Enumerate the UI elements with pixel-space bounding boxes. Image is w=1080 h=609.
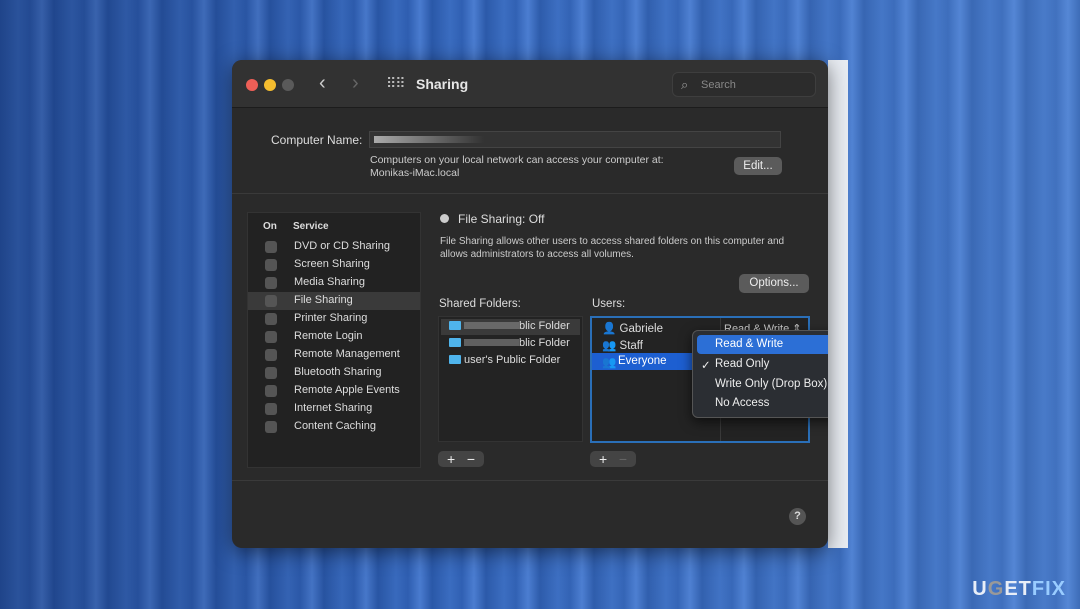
network-info: Computers on your local network can acce… xyxy=(370,154,664,166)
service-item[interactable]: File Sharing xyxy=(248,292,420,310)
service-checkbox[interactable] xyxy=(265,403,277,415)
service-checkbox[interactable] xyxy=(265,385,277,397)
user-item[interactable]: 👥 Staff xyxy=(602,338,643,352)
service-item[interactable]: Remote Management xyxy=(248,346,420,364)
folder-item[interactable]: blic Folder xyxy=(449,320,570,332)
service-checkbox[interactable] xyxy=(265,313,277,325)
folder-item[interactable]: user's Public Folder xyxy=(449,354,560,366)
forward-icon[interactable]: › xyxy=(352,72,359,95)
header-service: Service xyxy=(293,221,329,232)
service-checkbox[interactable] xyxy=(265,349,277,361)
add-folder-button[interactable]: + xyxy=(447,451,455,467)
computer-name-section: Computer Name: Computers on your local n… xyxy=(232,108,828,194)
service-item[interactable]: Remote Apple Events xyxy=(248,382,420,400)
status-indicator xyxy=(440,214,449,223)
window-title: Sharing xyxy=(416,76,469,92)
user-add-remove: + − xyxy=(590,451,636,467)
service-item[interactable]: Printer Sharing xyxy=(248,310,420,328)
grid-icon[interactable]: ⠿⠿ xyxy=(386,75,405,92)
folder-icon xyxy=(449,321,461,330)
brand-logo: UGETFIX xyxy=(972,578,1066,600)
folder-add-remove: + − xyxy=(438,451,484,467)
menu-item-no-access[interactable]: No Access xyxy=(697,394,828,413)
search-input[interactable]: ⌕ Search xyxy=(672,72,816,97)
header-on: On xyxy=(263,221,277,232)
service-checkbox[interactable] xyxy=(265,259,277,271)
divider xyxy=(232,480,828,481)
service-list: On Service DVD or CD Sharing Screen Shari… xyxy=(247,212,421,468)
service-checkbox[interactable] xyxy=(265,241,277,253)
service-checkbox[interactable] xyxy=(265,277,277,289)
remove-folder-button[interactable]: − xyxy=(467,451,475,467)
search-icon: ⌕ xyxy=(681,77,689,92)
service-label: Screen Sharing xyxy=(294,258,370,270)
service-label: File Sharing xyxy=(294,294,353,306)
service-label: Printer Sharing xyxy=(294,312,368,324)
zoom-button[interactable] xyxy=(282,79,294,91)
title-bar: ‹ › ⠿⠿ Sharing ⌕ Search xyxy=(232,60,828,108)
service-item[interactable]: Content Caching xyxy=(248,418,420,436)
edit-button[interactable]: Edit... xyxy=(734,157,782,175)
service-item[interactable]: Screen Sharing xyxy=(248,256,420,274)
service-label: Remote Management xyxy=(294,348,400,360)
folder-item[interactable]: blic Folder xyxy=(449,337,570,349)
service-label: DVD or CD Sharing xyxy=(294,240,390,252)
search-placeholder: Search xyxy=(701,79,736,91)
hostname: Monikas-iMac.local xyxy=(370,167,460,179)
group-icon: 👥 xyxy=(602,340,617,352)
computer-name-field[interactable] xyxy=(369,131,781,148)
service-checkbox[interactable] xyxy=(265,421,277,433)
service-label: Bluetooth Sharing xyxy=(294,366,382,378)
group-icon: 👥 xyxy=(602,357,617,369)
menu-item-write-only[interactable]: Write Only (Drop Box) xyxy=(697,375,828,394)
users-label: Users: xyxy=(592,298,626,310)
folder-icon xyxy=(449,338,461,347)
service-item[interactable]: Media Sharing xyxy=(248,274,420,292)
options-button[interactable]: Options... xyxy=(739,274,809,293)
shared-folders-list: blic Folder blic Folder user's Public Fo… xyxy=(438,316,583,442)
file-sharing-description: File Sharing allows other users to acces… xyxy=(440,236,785,260)
sharing-window: ‹ › ⠿⠿ Sharing ⌕ Search Computer Name: C… xyxy=(232,60,828,548)
menu-item-read-only[interactable]: ✓ Read Only xyxy=(697,355,828,374)
close-button[interactable] xyxy=(246,79,258,91)
file-sharing-status: File Sharing: Off xyxy=(458,212,545,226)
user-icon: 👤 xyxy=(602,323,617,335)
checkmark-icon: ✓ xyxy=(701,360,711,372)
computer-name-label: Computer Name: xyxy=(271,133,363,147)
service-item[interactable]: Remote Login xyxy=(248,328,420,346)
shared-folders-label: Shared Folders: xyxy=(439,298,521,310)
service-label: Internet Sharing xyxy=(294,402,373,414)
permission-menu: Read & Write ✓ Read Only Write Only (Drop… xyxy=(692,330,828,418)
service-checkbox[interactable] xyxy=(265,367,277,379)
service-checkbox[interactable] xyxy=(265,295,277,307)
folder-icon xyxy=(449,355,461,364)
service-item[interactable]: Bluetooth Sharing xyxy=(248,364,420,382)
remove-user-button[interactable]: − xyxy=(619,451,627,467)
service-item[interactable]: DVD or CD Sharing xyxy=(248,238,420,256)
service-checkbox[interactable] xyxy=(265,331,277,343)
help-button[interactable]: ? xyxy=(789,508,806,525)
add-user-button[interactable]: + xyxy=(599,451,607,467)
service-label: Media Sharing xyxy=(294,276,365,288)
service-item[interactable]: Internet Sharing xyxy=(248,400,420,418)
back-icon[interactable]: ‹ xyxy=(319,72,326,95)
service-label: Remote Apple Events xyxy=(294,384,400,396)
menu-item-read-write[interactable]: Read & Write xyxy=(697,335,828,354)
minimize-button[interactable] xyxy=(264,79,276,91)
service-label: Content Caching xyxy=(294,420,376,432)
background-window-edge xyxy=(828,60,848,548)
user-item[interactable]: 👤 Gabriele xyxy=(602,321,663,335)
service-label: Remote Login xyxy=(294,330,363,342)
